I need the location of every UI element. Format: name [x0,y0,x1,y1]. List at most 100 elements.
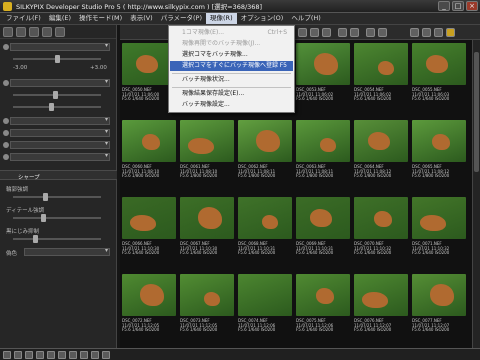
thumbnail-image[interactable] [412,274,466,316]
menu-help[interactable]: ヘルプ(H) [287,13,324,24]
thumbnail-item[interactable]: DSC_0074.NEF 11/07/21 11:12:06 F5.6 1/640 … [238,274,295,333]
thumbnail-item[interactable]: DSC_0076.NEF 11/07/21 11:12:07 F5.6 1/640 … [354,274,411,333]
thumbnail-image[interactable] [412,120,466,162]
false-color-select[interactable] [24,247,110,256]
thumbnail-image[interactable] [354,120,408,162]
detail-slider[interactable] [3,214,111,222]
tint-slider[interactable] [3,103,111,111]
menu-item-batch-settings[interactable]: バッチ現像設定... [170,100,293,110]
delete-icon[interactable] [91,350,99,359]
menu-view[interactable]: 表示(V) [126,13,157,24]
exposure-slider[interactable] [3,55,111,63]
copy-icon[interactable] [42,26,52,37]
fullscreen-icon[interactable] [350,28,359,37]
thumbnail-image[interactable] [180,197,234,239]
slider-thumb[interactable] [43,193,48,201]
menu-item-batch-selected[interactable]: 選択コマをバッチ現像... [170,50,293,60]
thumbnail-item[interactable]: DSC_0072.NEF 11/07/21 11:12:05 F5.6 1/640 … [122,274,179,333]
menu-parameter[interactable]: パラメータ(P) [157,13,206,24]
thumbnail-item[interactable]: DSC_0055.NEF 11/07/21 11:06:03 F5.6 1/640 … [412,43,469,102]
rotate-left-icon[interactable] [366,28,375,37]
thumbnail-item[interactable]: DSC_0065.NEF 11/07/21 11:08:12 F5.6 1/800 … [412,120,469,179]
thumbnail-image[interactable] [412,197,466,239]
close-button[interactable]: × [466,1,478,11]
color-select[interactable] [10,140,110,149]
thumbnail-item[interactable]: DSC_0062.NEF 11/07/21 11:08:11 F5.6 1/800 … [238,120,295,179]
thumbnail-image[interactable] [354,274,408,316]
thumbnail-item[interactable]: DSC_0064.NEF 11/07/21 11:08:12 F5.6 1/800 … [354,120,411,179]
thumbnail-image[interactable] [122,120,176,162]
thumbnail-item[interactable]: DSC_0071.NEF 11/07/21 11:10:32 F5.6 1/640 … [412,197,469,256]
exposure-preset-select[interactable] [10,42,110,51]
thumbnail-item[interactable]: DSC_0069.NEF 11/07/21 11:10:31 F5.6 1/640 … [296,197,353,256]
thumbnail-item[interactable]: DSC_0053.NEF 11/07/21 11:06:02 F5.6 1/640 … [296,43,353,102]
thumbnail-item[interactable]: DSC_0075.NEF 11/07/21 11:12:06 F5.6 1/640 … [296,274,353,333]
sort-icon[interactable] [3,350,11,359]
rating-icon[interactable] [25,350,33,359]
rotate-right-icon[interactable] [378,28,387,37]
thumbnail-item[interactable]: DSC_0070.NEF 11/07/21 11:10:32 F5.6 1/640 … [354,197,411,256]
slider-thumb[interactable] [55,55,60,63]
thumbnail-image[interactable] [238,274,292,316]
white-balance-select[interactable] [10,78,110,87]
wrench-icon[interactable] [3,26,13,37]
slider-thumb[interactable] [41,214,46,222]
edge-slider[interactable] [3,193,111,201]
label-icon[interactable] [36,350,44,359]
settings-icon[interactable] [102,350,110,359]
menu-item-batch-status[interactable]: バッチ現像状況... [170,75,293,85]
thumbnail-item[interactable]: DSC_0066.NEF 11/07/21 11:10:30 F5.6 1/640 … [122,197,179,256]
menu-options[interactable]: オプション(O) [237,13,288,24]
menu-file[interactable]: ファイル(F) [2,13,45,24]
thumbnail-item[interactable]: DSC_0060.NEF 11/07/21 11:08:10 F5.6 1/800 … [122,120,179,179]
tone-select[interactable] [10,116,110,125]
thumbnail-image[interactable] [122,274,176,316]
thumbnail-image[interactable] [354,43,408,85]
minimize-button[interactable]: _ [438,1,450,11]
menu-edit[interactable]: 編集(E) [45,13,75,24]
thumbnail-item[interactable]: DSC_0061.NEF 11/07/21 11:08:10 F5.6 1/800 … [180,120,237,179]
menu-mode[interactable]: 操作モード(M) [75,13,126,24]
thumbnail-image[interactable] [296,274,350,316]
compare-view-icon[interactable] [322,28,331,37]
slider-thumb[interactable] [53,91,58,99]
crop-icon[interactable] [422,28,431,37]
maximize-button[interactable]: □ [452,1,464,11]
thumbnail-image[interactable] [354,197,408,239]
thumbnail-item[interactable]: DSC_0054.NEF 11/07/21 11:06:02 F5.6 1/640 … [354,43,411,102]
thumbnail-image[interactable] [296,197,350,239]
select-all-icon[interactable] [410,28,419,37]
histogram-icon[interactable] [47,350,55,359]
grid-view-icon[interactable] [298,28,307,37]
thumbnail-item[interactable]: DSC_0067.NEF 11/07/21 11:10:30 F5.6 1/640 … [180,197,237,256]
menu-item-save-settings[interactable]: 現像結果保存設定(E)... [170,89,293,99]
menu-item-develop-one[interactable]: 1コマ現像(E)... Ctrl+S [170,28,293,38]
thumbnail-image[interactable] [180,274,234,316]
gradation-select[interactable] [10,152,110,161]
thumbnail-image[interactable] [238,120,292,162]
menu-develop[interactable]: 現像(R) [206,13,237,24]
scrollbar-thumb[interactable] [474,52,479,172]
zoom-icon[interactable] [338,28,347,37]
text-icon[interactable] [434,28,443,37]
thumbnail-item[interactable]: DSC_0068.NEF 11/07/21 11:10:31 F5.6 1/640 … [238,197,295,256]
print-icon[interactable] [80,350,88,359]
info-icon[interactable] [58,350,66,359]
thumbnail-item[interactable]: DSC_0063.NEF 11/07/21 11:08:11 F5.6 1/800 … [296,120,353,179]
thumbnail-image[interactable] [412,43,466,85]
thumbnail-item[interactable]: DSC_0073.NEF 11/07/21 11:12:05 F5.6 1/640 … [180,274,237,333]
black-bleed-slider[interactable] [3,235,111,243]
thumbnail-item[interactable]: DSC_0077.NEF 11/07/21 11:12:07 F5.6 1/640 … [412,274,469,333]
menu-item-resume-batch[interactable]: 現像再開でのバッチ現像(J)... [170,39,293,49]
folder-icon[interactable] [16,26,26,37]
filter-icon[interactable] [14,350,22,359]
vertical-scrollbar[interactable] [472,40,480,348]
menu-item-register-batch[interactable]: 選択コマをすぐにバッチ現像へ登録 F5 [170,61,293,71]
develop-icon[interactable] [446,28,455,37]
paste-icon[interactable] [55,26,65,37]
thumbnail-image[interactable] [122,197,176,239]
slider-thumb[interactable] [49,103,54,111]
contrast-select[interactable] [10,128,110,137]
thumbnail-image[interactable] [180,120,234,162]
thumbnail-image[interactable] [296,120,350,162]
